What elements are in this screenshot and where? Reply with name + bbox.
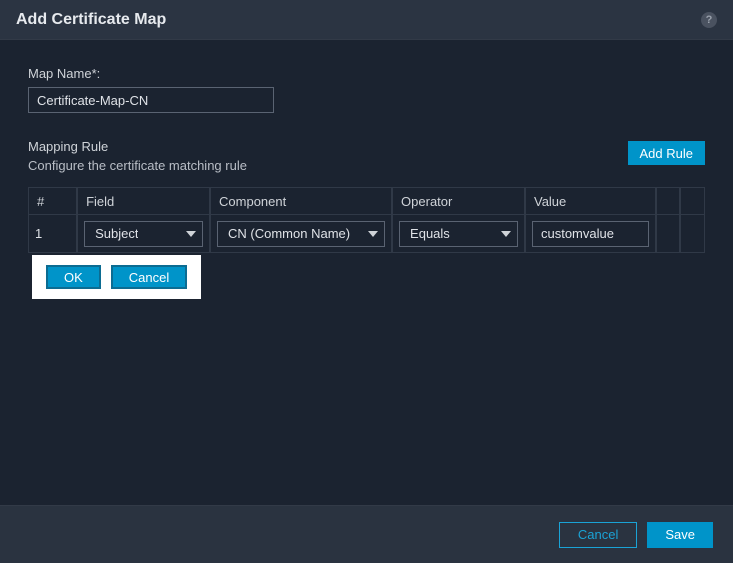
col-header-num: # [28, 187, 77, 215]
cancel-button[interactable]: Cancel [559, 522, 637, 548]
caret-down-icon [186, 231, 196, 237]
dialog-title: Add Certificate Map [16, 11, 701, 29]
dialog-header: Add Certificate Map ? [0, 0, 733, 40]
operator-select[interactable]: Equals [399, 221, 518, 247]
field-select-value: Subject [95, 226, 138, 241]
help-icon-glyph: ? [706, 14, 713, 26]
col-header-component: Component [210, 187, 392, 215]
help-icon[interactable]: ? [701, 12, 717, 28]
caret-down-icon [501, 231, 511, 237]
operator-select-value: Equals [410, 226, 450, 241]
map-name-input[interactable] [28, 87, 274, 113]
caret-down-icon [368, 231, 378, 237]
map-name-label: Map Name*: [28, 66, 705, 81]
dialog-body: Map Name*: Mapping Rule Configure the ce… [0, 40, 733, 299]
row-action-cell-1 [656, 215, 681, 253]
row-edit-actions: OK Cancel [32, 255, 201, 299]
ok-button[interactable]: OK [46, 265, 101, 289]
row-action-cell-2 [680, 215, 705, 253]
dialog-footer: Cancel Save [0, 505, 733, 563]
save-button[interactable]: Save [647, 522, 713, 548]
table-row: 1 Subject CN (Common Name) [28, 215, 705, 253]
field-select[interactable]: Subject [84, 221, 203, 247]
component-select-value: CN (Common Name) [228, 226, 350, 241]
value-input[interactable] [532, 221, 649, 247]
mapping-rule-subtitle: Configure the certificate matching rule [28, 158, 628, 173]
col-header-operator: Operator [392, 187, 525, 215]
add-rule-button[interactable]: Add Rule [628, 141, 705, 165]
row-number: 1 [28, 215, 77, 253]
table-header-row: # Field Component Operator Value [28, 187, 705, 215]
mapping-rule-section: Mapping Rule Configure the certificate m… [28, 139, 705, 173]
rules-table: # Field Component Operator Value 1 Subje… [28, 187, 705, 253]
col-header-action2 [680, 187, 705, 215]
col-header-action1 [656, 187, 681, 215]
mapping-rule-title: Mapping Rule [28, 139, 628, 154]
component-select[interactable]: CN (Common Name) [217, 221, 385, 247]
row-cancel-button[interactable]: Cancel [111, 265, 187, 289]
col-header-field: Field [77, 187, 210, 215]
col-header-value: Value [525, 187, 656, 215]
